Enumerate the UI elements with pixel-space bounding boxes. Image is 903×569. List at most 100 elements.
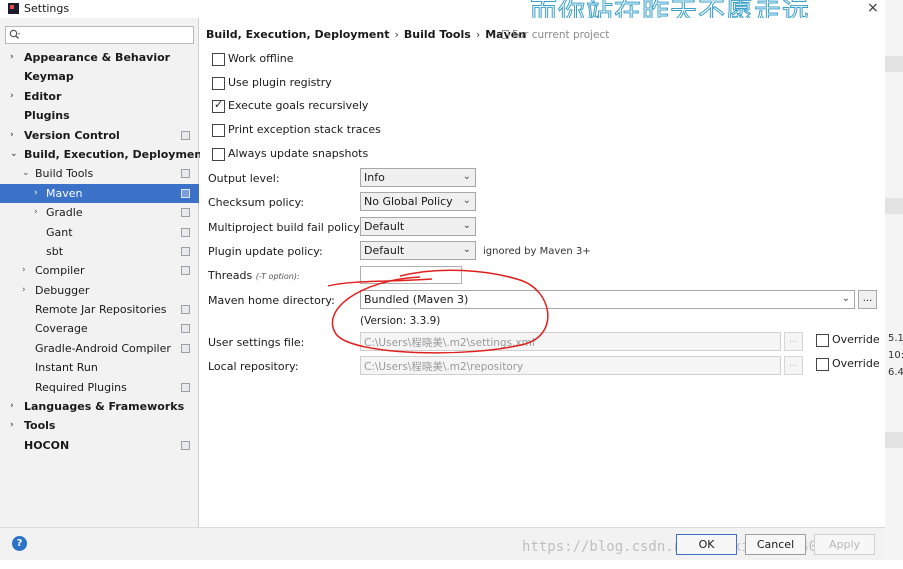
sidebar-item-gradle-android-compiler[interactable]: Gradle-Android Compiler bbox=[0, 339, 199, 358]
threads-label: Threads (-T option): bbox=[208, 269, 300, 282]
print-stack-traces-checkbox[interactable] bbox=[212, 124, 225, 137]
chevron-down-icon[interactable]: ⌄ bbox=[10, 145, 18, 164]
sidebar-item-remote-jar-repositories[interactable]: Remote Jar Repositories bbox=[0, 300, 199, 319]
user-settings-override-checkbox[interactable] bbox=[816, 334, 829, 347]
apply-button[interactable]: Apply bbox=[814, 534, 875, 555]
breadcrumb: Build, Execution, Deployment › Build Tools… bbox=[206, 28, 526, 41]
output-level-value: Info bbox=[364, 171, 385, 184]
sidebar-item-languages-frameworks[interactable]: › Languages & Frameworks bbox=[0, 397, 199, 416]
cancel-button[interactable]: Cancel bbox=[745, 534, 806, 555]
chevron-right-icon[interactable]: › bbox=[22, 281, 26, 300]
for-project-label: For current project bbox=[512, 29, 610, 41]
search-input[interactable] bbox=[5, 26, 194, 44]
execute-goals-recursively-checkbox[interactable] bbox=[212, 98, 225, 113]
background-band bbox=[885, 56, 903, 72]
multiproject-fail-select[interactable]: Default ⌄ bbox=[360, 217, 476, 236]
sidebar-item-plugins[interactable]: Plugins bbox=[0, 106, 199, 125]
ok-button[interactable]: OK bbox=[676, 534, 737, 555]
work-offline-checkbox[interactable] bbox=[212, 53, 225, 66]
plugin-update-select[interactable]: Default ⌄ bbox=[360, 241, 476, 260]
background-text: 6.4 bbox=[888, 367, 903, 378]
app-icon bbox=[8, 3, 19, 14]
sidebar-item-hocon[interactable]: HOCON bbox=[0, 436, 199, 455]
user-settings-field[interactable]: C:\Users\程晓美\.m2\settings.xml bbox=[360, 332, 781, 351]
user-settings-browse-button[interactable]: ... bbox=[784, 332, 803, 351]
help-icon[interactable]: ? bbox=[12, 536, 27, 551]
project-scope-icon bbox=[502, 30, 509, 39]
use-plugin-registry-checkbox[interactable] bbox=[212, 77, 225, 90]
local-repository-label: Local repository: bbox=[208, 360, 299, 373]
local-repository-override-checkbox[interactable] bbox=[816, 358, 829, 371]
chevron-right-icon[interactable]: › bbox=[10, 126, 14, 145]
sidebar-item-build-tools[interactable]: ⌄ Build Tools bbox=[0, 164, 199, 183]
chevron-down-icon[interactable]: ⌄ bbox=[22, 164, 30, 183]
project-scope-icon bbox=[181, 440, 190, 450]
maven-home-value: Bundled (Maven 3) bbox=[364, 293, 469, 306]
breadcrumb-separator: › bbox=[394, 28, 399, 41]
sidebar-item-maven[interactable]: › Maven bbox=[0, 183, 199, 204]
project-scope-icon bbox=[181, 305, 190, 315]
sidebar-item-label: sbt bbox=[46, 244, 64, 258]
sidebar-item-label: Gant bbox=[46, 225, 73, 239]
breadcrumb-build-execution: Build, Execution, Deployment bbox=[206, 28, 390, 41]
close-icon[interactable]: × bbox=[867, 0, 879, 16]
project-scope-icon bbox=[181, 227, 190, 237]
sidebar-item-tools[interactable]: › Tools bbox=[0, 416, 199, 435]
background-fragment bbox=[0, 560, 903, 569]
sidebar-item-coverage[interactable]: Coverage bbox=[0, 319, 199, 338]
always-update-snapshots-checkbox[interactable] bbox=[212, 148, 225, 161]
sidebar-item-label: Appearance & Behavior bbox=[24, 51, 171, 64]
project-scope-icon bbox=[181, 169, 190, 179]
sidebar-item-label: Coverage bbox=[35, 322, 88, 336]
local-repository-field[interactable]: C:\Users\程晓美\.m2\repository bbox=[360, 356, 781, 375]
sidebar-item-build-execution-deployment[interactable]: ⌄ Build, Execution, Deployment bbox=[0, 145, 207, 164]
output-level-select[interactable]: Info ⌄ bbox=[360, 168, 476, 187]
project-scope-icon bbox=[181, 382, 190, 392]
threads-label-text: Threads bbox=[208, 269, 253, 282]
chevron-right-icon[interactable]: › bbox=[10, 416, 14, 435]
project-scope-icon bbox=[181, 130, 190, 140]
user-settings-label: User settings file: bbox=[208, 336, 305, 349]
title-bar: Settings 而你站在昨天不愿走远 × bbox=[0, 0, 885, 29]
sidebar-item-label: Compiler bbox=[35, 264, 85, 278]
sidebar-item-label: Required Plugins bbox=[35, 380, 127, 394]
settings-sidebar: › Appearance & Behavior Keymap › Editor Plugi… bbox=[0, 18, 207, 528]
background-window-strip: 5.1 10: 6.4 bbox=[885, 0, 903, 569]
sidebar-item-instant-run[interactable]: Instant Run bbox=[0, 358, 199, 377]
chevron-right-icon[interactable]: › bbox=[22, 261, 26, 280]
multiproject-fail-label: Multiproject build fail policy: bbox=[208, 221, 363, 234]
checksum-policy-select[interactable]: No Global Policy ⌄ bbox=[360, 192, 476, 211]
sidebar-item-required-plugins[interactable]: Required Plugins bbox=[0, 378, 199, 397]
sidebar-item-label: Keymap bbox=[24, 70, 74, 84]
chevron-right-icon[interactable]: › bbox=[34, 184, 38, 203]
project-scope-icon bbox=[181, 246, 190, 256]
sidebar-item-debugger[interactable]: › Debugger bbox=[0, 281, 199, 300]
plugin-update-label: Plugin update policy: bbox=[208, 245, 323, 258]
maven-home-browse-button[interactable]: ... bbox=[858, 290, 877, 309]
maven-version: (Version: 3.3.9) bbox=[360, 315, 441, 327]
chevron-right-icon[interactable]: › bbox=[10, 87, 14, 106]
sidebar-item-label: Build, Execution, Deployment bbox=[24, 147, 208, 161]
chevron-right-icon[interactable]: › bbox=[34, 203, 38, 222]
sidebar-item-sbt[interactable]: sbt bbox=[0, 242, 199, 261]
sidebar-item-gant[interactable]: Gant bbox=[0, 223, 199, 242]
project-scope-icon bbox=[181, 266, 190, 276]
threads-input[interactable] bbox=[360, 266, 462, 284]
sidebar-item-editor[interactable]: › Editor bbox=[0, 87, 199, 106]
local-repository-browse-button[interactable]: ... bbox=[784, 356, 803, 375]
sidebar-item-label: Debugger bbox=[35, 283, 90, 297]
chevron-right-icon[interactable]: › bbox=[10, 48, 14, 67]
settings-tree: › Appearance & Behavior Keymap › Editor Plugi… bbox=[0, 48, 207, 455]
sidebar-item-version-control[interactable]: › Version Control bbox=[0, 126, 199, 145]
sidebar-item-keymap[interactable]: Keymap bbox=[0, 67, 199, 86]
sidebar-item-compiler[interactable]: › Compiler bbox=[0, 261, 199, 280]
chevron-right-icon[interactable]: › bbox=[10, 397, 14, 416]
window-title: Settings bbox=[24, 2, 70, 15]
background-band bbox=[885, 198, 903, 214]
sidebar-item-label: Gradle-Android Compiler bbox=[35, 341, 171, 355]
background-text: 5.1 bbox=[888, 333, 903, 344]
sidebar-item-label: Build Tools bbox=[35, 167, 94, 181]
sidebar-item-gradle[interactable]: › Gradle bbox=[0, 203, 199, 222]
maven-home-combobox[interactable]: Bundled (Maven 3) ⌄ bbox=[360, 290, 855, 309]
sidebar-item-appearance-behavior[interactable]: › Appearance & Behavior bbox=[0, 48, 199, 67]
